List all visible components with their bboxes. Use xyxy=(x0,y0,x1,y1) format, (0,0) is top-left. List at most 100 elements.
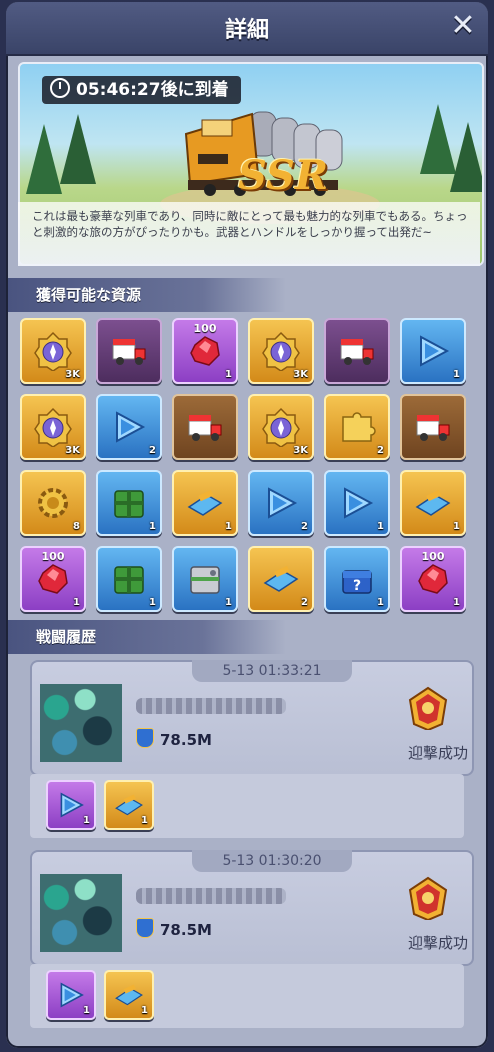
resource-quantity: 1 xyxy=(225,597,232,608)
resource-item[interactable]: 1 xyxy=(172,470,238,536)
stopwatch-icon xyxy=(50,78,70,98)
reward-item[interactable]: 1 xyxy=(46,970,96,1020)
resource-item[interactable] xyxy=(400,394,466,460)
mystery-chest-icon: ? xyxy=(342,570,372,594)
resource-item[interactable] xyxy=(96,318,162,384)
resource-item[interactable]: ? 1 xyxy=(324,546,390,612)
battle-timestamp: 5-13 01:30:20 xyxy=(192,850,352,872)
play-icon xyxy=(344,487,374,519)
truck-icon xyxy=(416,415,450,441)
victory-medal-icon xyxy=(408,686,448,730)
victory-medal-icon xyxy=(408,876,448,920)
resource-quantity: 3K xyxy=(293,369,308,380)
resource-quantity: 1 xyxy=(149,597,156,608)
green-crate-icon xyxy=(114,490,144,518)
blueprint-icon xyxy=(415,489,451,516)
tree-icon xyxy=(26,124,62,194)
gray-crate-icon xyxy=(190,566,220,594)
resource-item[interactable] xyxy=(324,318,390,384)
battle-record[interactable]: 5-13 01:30:20 78.5M 迎撃成功 xyxy=(30,850,474,966)
train-description: これは最も豪華な列車であり、同時に敵にとって最も魅力的な列車でもある。ちょっと刺… xyxy=(32,209,468,239)
resource-quantity: 1 xyxy=(377,521,384,532)
compass-icon xyxy=(34,331,72,371)
resource-quantity: 3K xyxy=(65,369,80,380)
arrival-timer-text: 05:46:27後に到着 xyxy=(76,80,229,100)
resource-item[interactable] xyxy=(172,394,238,460)
resource-item[interactable]: 3K xyxy=(248,318,314,384)
resource-item[interactable]: 1 xyxy=(172,546,238,612)
resource-item[interactable]: 100 1 xyxy=(20,546,86,612)
resource-quantity: 1 xyxy=(225,369,232,380)
resource-item[interactable]: 3K xyxy=(20,318,86,384)
resource-item[interactable]: 2 xyxy=(248,470,314,536)
ruby-icon xyxy=(190,336,220,366)
blueprint-icon xyxy=(263,565,299,592)
resource-amount-top: 100 xyxy=(421,550,445,563)
resource-quantity: 2 xyxy=(301,597,308,608)
resource-amount-top: 100 xyxy=(193,322,217,335)
green-crate-icon xyxy=(114,566,144,594)
resource-item[interactable]: 3K xyxy=(20,394,86,460)
resource-item[interactable]: 8 xyxy=(20,470,86,536)
resource-item[interactable]: 3K xyxy=(248,394,314,460)
power-value: 78.5M xyxy=(136,728,212,749)
resource-quantity: 3K xyxy=(65,445,80,456)
detail-dialog: 詳細 ✕ SSR 05:46:27後に到着 これは最も豪華な列車であり、同時に敵… xyxy=(6,2,488,1048)
puzzle-icon xyxy=(342,412,376,442)
power-text: 78.5M xyxy=(160,921,212,939)
resource-quantity: 1 xyxy=(225,521,232,532)
avatar[interactable] xyxy=(40,684,122,762)
reward-item[interactable]: 1 xyxy=(46,780,96,830)
resource-item[interactable]: 2 xyxy=(248,546,314,612)
player-name-redacted xyxy=(136,698,286,714)
battle-rewards: 11 xyxy=(30,964,464,1028)
battle-rewards: 11 xyxy=(30,774,464,838)
resource-item[interactable]: 100 1 xyxy=(400,546,466,612)
resource-item[interactable]: 1 xyxy=(96,470,162,536)
resource-quantity: 2 xyxy=(377,445,384,456)
reward-item[interactable]: 1 xyxy=(104,780,154,830)
dialog-title: 詳細 xyxy=(224,18,269,43)
resource-item[interactable]: 1 xyxy=(400,318,466,384)
battle-record[interactable]: 5-13 01:33:21 78.5M 迎撃成功 xyxy=(30,660,474,776)
reward-quantity: 1 xyxy=(83,815,90,826)
resource-item[interactable]: 100 1 xyxy=(172,318,238,384)
arrival-timer: 05:46:27後に到着 xyxy=(42,76,241,104)
battle-result: 迎撃成功 xyxy=(407,934,468,952)
compass-icon xyxy=(262,331,300,371)
resource-quantity: 1 xyxy=(453,597,460,608)
tree-icon xyxy=(60,114,96,184)
play-icon xyxy=(116,411,146,443)
compass-icon xyxy=(34,407,72,447)
power-text: 78.5M xyxy=(160,731,212,749)
resource-amount-top: 100 xyxy=(41,550,65,563)
power-shield-icon xyxy=(136,918,154,938)
player-name-redacted xyxy=(136,888,286,904)
reward-item[interactable]: 1 xyxy=(104,970,154,1020)
resource-item[interactable]: 1 xyxy=(324,470,390,536)
resource-quantity: 2 xyxy=(301,521,308,532)
svg-text:?: ? xyxy=(353,578,361,594)
resource-quantity: 2 xyxy=(149,445,156,456)
resource-item[interactable]: 2 xyxy=(96,394,162,460)
resource-item[interactable]: 2 xyxy=(324,394,390,460)
play-icon xyxy=(268,487,298,519)
ruby-icon xyxy=(418,564,448,594)
avatar[interactable] xyxy=(40,874,122,952)
gear-icon xyxy=(38,488,68,518)
resource-item[interactable]: 1 xyxy=(96,546,162,612)
resources-header: 獲得可能な資源 xyxy=(8,278,286,312)
power-shield-icon xyxy=(136,728,154,748)
truck-icon xyxy=(188,415,222,441)
close-icon[interactable]: ✕ xyxy=(448,11,478,42)
reward-quantity: 1 xyxy=(83,1005,90,1016)
reward-quantity: 1 xyxy=(141,815,148,826)
battle-timestamp: 5-13 01:33:21 xyxy=(192,660,352,682)
play-icon xyxy=(420,335,450,367)
resource-quantity: 1 xyxy=(377,597,384,608)
truck-icon xyxy=(112,339,146,365)
truck-icon xyxy=(340,339,374,365)
reward-quantity: 1 xyxy=(141,1005,148,1016)
resource-item[interactable]: 1 xyxy=(400,470,466,536)
battle-history-header: 戦闘履歴 xyxy=(8,620,286,654)
